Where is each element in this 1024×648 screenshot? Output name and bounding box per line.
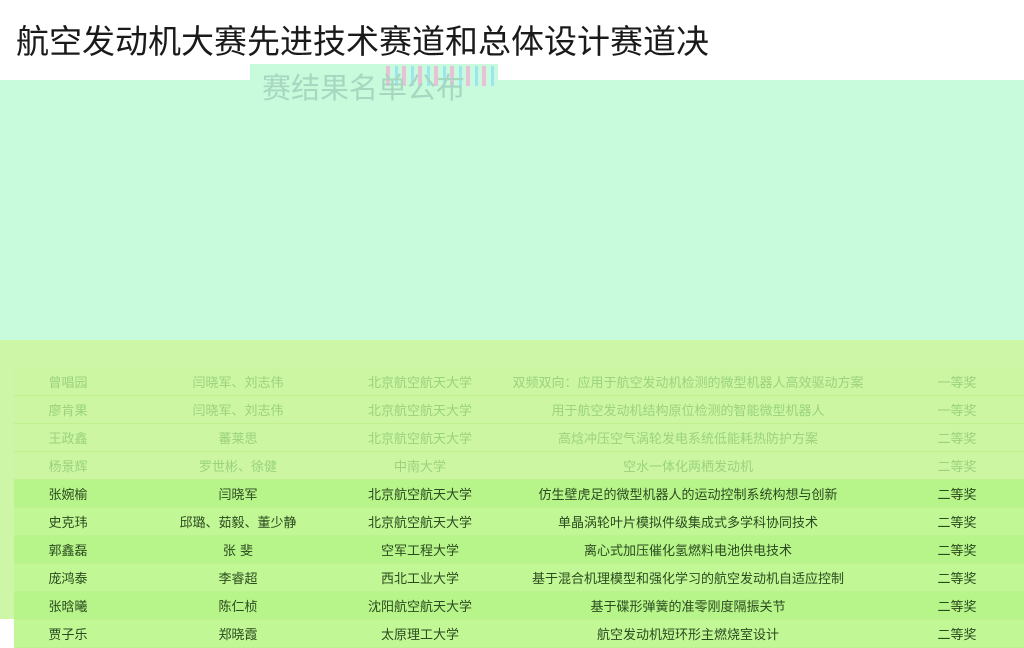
table-row: 杨景辉 罗世彬、徐健 中南大学 空水一体化两栖发动机 二等奖 bbox=[14, 451, 1024, 480]
results-table-area: 曾唱园 闫晓军、刘志伟 北京航空航天大学 双频双向：应用于航空发动机检测的微型机… bbox=[0, 340, 1024, 648]
cell-school: 北京航空航天大学 bbox=[354, 395, 486, 424]
table-row-faded: 曾唱园 闫晓军、刘志伟 北京航空航天大学 双频双向：应用于航空发动机检测的微型机… bbox=[14, 368, 1024, 396]
cell-award: 二等奖 bbox=[890, 479, 1024, 508]
cell-award: 一等奖 bbox=[890, 368, 1024, 396]
cell-project: 航空发动机短环形主燃烧室设计 bbox=[486, 619, 890, 648]
cell-school: 西北工业大学 bbox=[354, 563, 486, 592]
cell-school: 北京航空航天大学 bbox=[354, 368, 486, 396]
table-row: 王政鑫 蕃莱思 北京航空航天大学 高焓冲压空气涡轮发电系统低能耗热防护方案 二等奖 bbox=[14, 423, 1024, 452]
cell-project: 高焓冲压空气涡轮发电系统低能耗热防护方案 bbox=[486, 423, 890, 452]
cell-advisors: 邱璐、茹毅、董少静 bbox=[122, 507, 354, 536]
cell-advisors: 蕃莱思 bbox=[122, 423, 354, 452]
cell-name: 郭鑫磊 bbox=[14, 535, 122, 564]
table-row: 史克玮 邱璐、茹毅、董少静 北京航空航天大学 单晶涡轮叶片模拟件级集成式多学科协同技术… bbox=[14, 507, 1024, 536]
cell-award: 二等奖 bbox=[890, 563, 1024, 592]
cell-name: 曾唱园 bbox=[14, 368, 122, 396]
table-row: 贾子乐 郑晓霞 太原理工大学 航空发动机短环形主燃烧室设计 二等奖 bbox=[14, 619, 1024, 648]
cell-name: 贾子乐 bbox=[14, 619, 122, 648]
cell-award: 二等奖 bbox=[890, 619, 1024, 648]
results-table: 曾唱园 闫晓军、刘志伟 北京航空航天大学 双频双向：应用于航空发动机检测的微型机… bbox=[14, 368, 1024, 648]
cell-name: 庞鸿泰 bbox=[14, 563, 122, 592]
cell-advisors: 闫晓军、刘志伟 bbox=[122, 395, 354, 424]
cell-advisors: 罗世彬、徐健 bbox=[122, 451, 354, 480]
cell-award: 二等奖 bbox=[890, 591, 1024, 620]
cell-name: 杨景辉 bbox=[14, 451, 122, 480]
cell-school: 北京航空航天大学 bbox=[354, 479, 486, 508]
cell-award: 二等奖 bbox=[890, 423, 1024, 452]
table-row: 廖肯果 闫晓军、刘志伟 北京航空航天大学 用于航空发动机结构原位检测的智能微型机器人一… bbox=[14, 395, 1024, 424]
cell-school: 中南大学 bbox=[354, 451, 486, 480]
table-row: 张婉榆 闫晓军 北京航空航天大学 仿生壁虎足的微型机器人的运动控制系统构想与创新 二等奖 bbox=[14, 479, 1024, 508]
cell-name: 张婉榆 bbox=[14, 479, 122, 508]
cell-award: 二等奖 bbox=[890, 535, 1024, 564]
cell-advisors: 郑晓霞 bbox=[122, 619, 354, 648]
mint-overlay bbox=[0, 80, 1024, 352]
cell-school: 空军工程大学 bbox=[354, 535, 486, 564]
table-row: 张晗曦 陈仁桢 沈阳航空航天大学 基于碟形弹簧的准零刚度隔振关节 二等奖 bbox=[14, 591, 1024, 620]
cell-name: 廖肯果 bbox=[14, 395, 122, 424]
cell-school: 北京航空航天大学 bbox=[354, 423, 486, 452]
cell-school: 沈阳航空航天大学 bbox=[354, 591, 486, 620]
cell-advisors: 闫晓军、刘志伟 bbox=[122, 368, 354, 396]
cell-project: 基于混合机理模型和强化学习的航空发动机自适应控制 bbox=[486, 563, 890, 592]
overlay-title: 赛结果名单公布 bbox=[262, 71, 466, 105]
cell-name: 史克玮 bbox=[14, 507, 122, 536]
cell-award: 二等奖 bbox=[890, 507, 1024, 536]
cell-award: 一等奖 bbox=[890, 395, 1024, 424]
cell-project: 基于碟形弹簧的准零刚度隔振关节 bbox=[486, 591, 890, 620]
cell-advisors: 张 斐 bbox=[122, 535, 354, 564]
cell-project: 仿生壁虎足的微型机器人的运动控制系统构想与创新 bbox=[486, 479, 890, 508]
cell-project: 空水一体化两栖发动机 bbox=[486, 451, 890, 480]
page-title-line1: 航空发动机大赛先进技术赛道和总体设计赛道决 bbox=[16, 22, 709, 61]
cell-project: 用于航空发动机结构原位检测的智能微型机器人 bbox=[486, 395, 890, 424]
cell-name: 王政鑫 bbox=[14, 423, 122, 452]
cell-project: 双频双向：应用于航空发动机检测的微型机器人高效驱动方案 bbox=[486, 368, 890, 396]
cell-advisors: 闫晓军 bbox=[122, 479, 354, 508]
cell-name: 张晗曦 bbox=[14, 591, 122, 620]
table-row: 庞鸿泰 李睿超 西北工业大学 基于混合机理模型和强化学习的航空发动机自适应控制 二等奖 bbox=[14, 563, 1024, 592]
cell-project: 离心式加压催化氢燃料电池供电技术 bbox=[486, 535, 890, 564]
cell-advisors: 李睿超 bbox=[122, 563, 354, 592]
cell-school: 太原理工大学 bbox=[354, 619, 486, 648]
cell-advisors: 陈仁桢 bbox=[122, 591, 354, 620]
cell-school: 北京航空航天大学 bbox=[354, 507, 486, 536]
table-row: 郭鑫磊张 斐空军工程大学 离心式加压催化氢燃料电池供电技术 二等奖 bbox=[14, 535, 1024, 564]
cell-project: 单晶涡轮叶片模拟件级集成式多学科协同技术 bbox=[486, 507, 890, 536]
cell-award: 二等奖 bbox=[890, 451, 1024, 480]
